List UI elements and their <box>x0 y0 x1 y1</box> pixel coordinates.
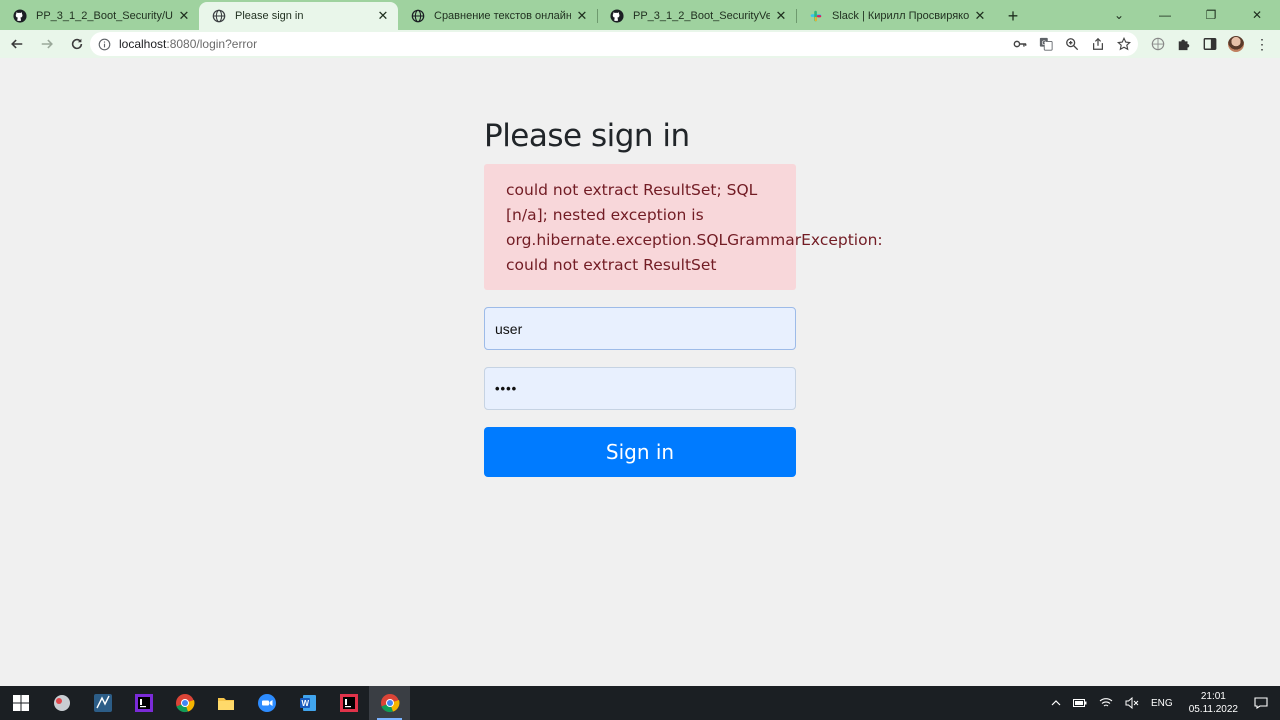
sidepanel-icon[interactable] <box>1202 36 1218 52</box>
error-alert: could not extract ResultSet; SQL [n/a]; … <box>484 164 883 290</box>
tab-title: PP_3_1_2_Boot_Security/UserServi <box>36 10 173 22</box>
new-tab-button[interactable]: + <box>999 2 1027 30</box>
tab-title: Please sign in <box>235 10 304 22</box>
close-tab-icon[interactable]: ✕ <box>774 9 788 23</box>
clock[interactable]: 21:01 05.11.2022 <box>1189 690 1238 716</box>
close-tab-icon[interactable]: ✕ <box>973 9 987 23</box>
puzzle-icon[interactable] <box>1176 36 1192 52</box>
tab-title: Slack | Кирилл Просвиряков | K <box>832 10 969 22</box>
zoom-icon[interactable] <box>246 686 287 720</box>
info-icon[interactable] <box>98 38 111 51</box>
address-bar[interactable]: localhost:8080/login?error G <box>90 32 1138 56</box>
language-indicator[interactable]: ENG <box>1151 698 1173 709</box>
clock-date: 05.11.2022 <box>1188 704 1238 715</box>
key-icon[interactable] <box>1012 36 1028 52</box>
reload-button[interactable] <box>64 31 90 57</box>
word-icon[interactable]: W <box>287 686 328 720</box>
password-value: •••• <box>495 381 518 396</box>
error-line: org.hibernate.exception.SQLGrammarExcept… <box>506 231 883 249</box>
battery-icon[interactable] <box>1073 698 1087 708</box>
close-tab-icon[interactable]: ✕ <box>177 9 191 23</box>
error-line: could not extract ResultSet <box>506 256 717 274</box>
chrome-icon[interactable] <box>164 686 205 720</box>
clock-time: 21:01 <box>1200 691 1226 702</box>
page-viewport: Please sign in could not extract ResultS… <box>0 58 1280 686</box>
chevron-down-icon[interactable]: ⌄ <box>1096 0 1142 30</box>
wifi-icon[interactable] <box>1099 697 1113 709</box>
svg-text:W: W <box>301 699 309 708</box>
intellij-alt-icon[interactable] <box>328 686 369 720</box>
back-button[interactable] <box>4 31 30 57</box>
tab-text-compare[interactable]: Сравнение текстов онлайн ✕ <box>398 2 597 30</box>
username-value: user <box>495 320 523 337</box>
sign-in-button[interactable]: Sign in <box>484 427 796 477</box>
file-explorer-icon[interactable] <box>205 686 246 720</box>
error-line: could not extract ResultSet; SQL <box>506 181 758 199</box>
close-tab-icon[interactable]: ✕ <box>376 9 390 23</box>
svg-text:G: G <box>1042 40 1047 47</box>
reload-icon <box>71 38 83 50</box>
volume-muted-icon[interactable] <box>1125 697 1139 709</box>
chevron-up-icon[interactable] <box>1051 698 1061 708</box>
github-icon <box>609 8 625 24</box>
arrow-left-icon <box>11 39 23 49</box>
minimize-icon[interactable]: — <box>1142 0 1188 30</box>
globe-icon <box>410 8 426 24</box>
windows-taskbar: W ENG 21:01 05.11.2022 <box>0 686 1280 720</box>
window-controls: ⌄ — ❐ ✕ <box>1096 0 1280 30</box>
share-icon[interactable] <box>1090 36 1106 52</box>
tab-please-sign-in[interactable]: Please sign in ✕ <box>199 2 398 30</box>
tab-github-security-vers[interactable]: PP_3_1_2_Boot_SecurityVers1.2/a ✕ <box>597 2 796 30</box>
restore-icon[interactable]: ❐ <box>1188 0 1234 30</box>
slack-icon <box>808 8 824 24</box>
url-host: localhost <box>119 37 167 51</box>
notification-icon[interactable] <box>1254 697 1268 709</box>
taskbar-app-icon[interactable] <box>41 686 82 720</box>
globe-icon <box>211 8 227 24</box>
url-path: :8080/login?error <box>166 37 258 51</box>
close-window-icon[interactable]: ✕ <box>1234 0 1280 30</box>
intellij-icon[interactable] <box>123 686 164 720</box>
github-icon <box>12 8 28 24</box>
star-icon[interactable] <box>1116 36 1132 52</box>
chrome-active-icon[interactable] <box>369 686 410 720</box>
browser-toolbar: localhost:8080/login?error G ⋮ <box>0 30 1280 58</box>
start-button[interactable] <box>0 686 41 720</box>
tab-github-user-service[interactable]: PP_3_1_2_Boot_Security/UserServi ✕ <box>0 2 199 30</box>
translate-icon[interactable]: G <box>1038 36 1054 52</box>
kebab-menu-icon[interactable]: ⋮ <box>1254 36 1270 52</box>
tab-strip: PP_3_1_2_Boot_Security/UserServi ✕ Pleas… <box>0 0 1280 30</box>
forward-button[interactable] <box>34 31 60 57</box>
signin-form: Please sign in could not extract ResultS… <box>484 114 883 477</box>
profile-avatar[interactable] <box>1228 36 1244 52</box>
arrow-right-icon <box>41 39 53 49</box>
username-field[interactable]: user <box>484 307 796 350</box>
extension-globe-icon[interactable] <box>1150 36 1166 52</box>
system-tray: ENG 21:01 05.11.2022 <box>1045 686 1280 720</box>
error-line: [n/a]; nested exception is <box>506 206 704 224</box>
close-tab-icon[interactable]: ✕ <box>575 9 589 23</box>
windows-icon <box>12 695 29 711</box>
tab-title: PP_3_1_2_Boot_SecurityVers1.2/a <box>633 10 770 22</box>
tab-title: Сравнение текстов онлайн <box>434 10 571 22</box>
password-field[interactable]: •••• <box>484 367 796 410</box>
mysql-workbench-icon[interactable] <box>82 686 123 720</box>
tab-slack[interactable]: Slack | Кирилл Просвиряков | K ✕ <box>796 2 995 30</box>
zoom-icon[interactable] <box>1064 36 1080 52</box>
page-title: Please sign in <box>484 118 690 154</box>
